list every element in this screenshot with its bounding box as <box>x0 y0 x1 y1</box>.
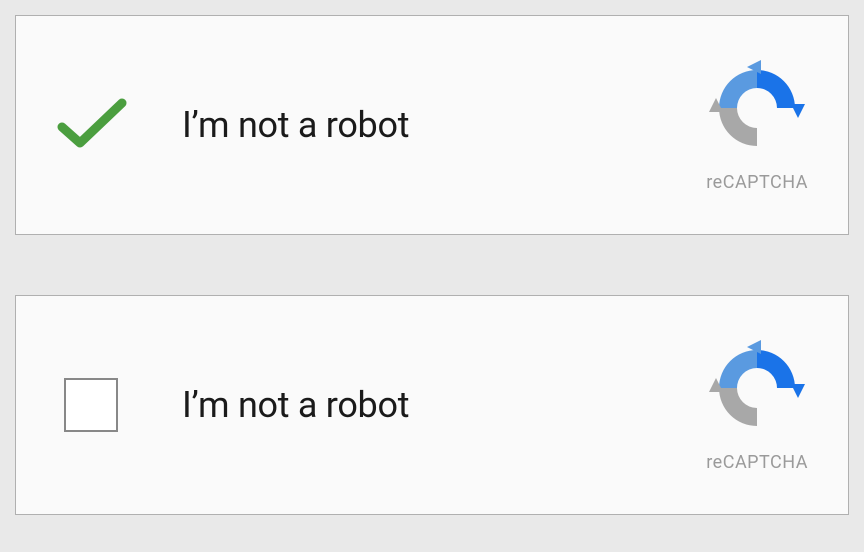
checkbox-icon <box>64 378 118 432</box>
recaptcha-checkmark-icon[interactable] <box>52 85 142 165</box>
recaptcha-label: I’m not a robot <box>182 104 409 146</box>
recaptcha-logo-text: reCAPTCHA <box>706 452 808 473</box>
recaptcha-checkbox[interactable] <box>52 365 142 445</box>
recaptcha-logo-area: reCAPTCHA <box>706 58 808 193</box>
recaptcha-logo-icon <box>707 58 807 162</box>
recaptcha-widget-checked: I’m not a robot reCAPTCHA <box>15 15 849 235</box>
recaptcha-logo-area: reCAPTCHA <box>706 338 808 473</box>
recaptcha-label: I’m not a robot <box>182 384 409 426</box>
recaptcha-widget-unchecked: I’m not a robot reCAPTCHA <box>15 295 849 515</box>
recaptcha-logo-text: reCAPTCHA <box>706 172 808 193</box>
recaptcha-logo-icon <box>707 338 807 442</box>
